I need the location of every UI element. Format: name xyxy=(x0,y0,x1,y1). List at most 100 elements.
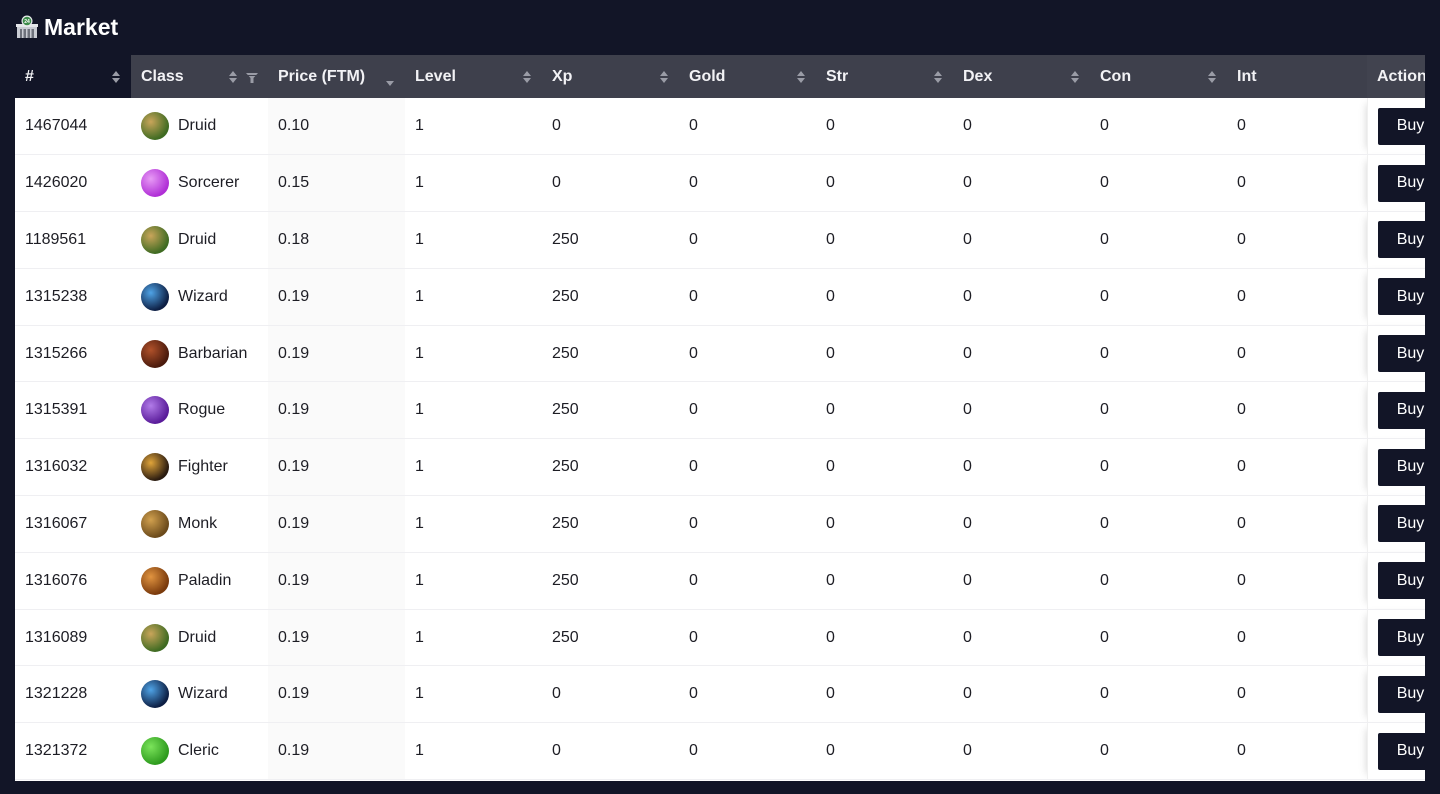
cell-int: 0 xyxy=(1227,268,1367,326)
xp-value: 250 xyxy=(552,628,579,646)
column-label: Con xyxy=(1100,67,1132,85)
cell-gold: 0 xyxy=(679,268,816,326)
cell-action: Buy xyxy=(1366,325,1425,383)
cell-action: Buy xyxy=(1366,154,1425,213)
cell-xp: 250 xyxy=(542,211,679,269)
cell-dex: 0 xyxy=(953,609,1090,667)
sort-icon[interactable] xyxy=(933,69,943,85)
filter-icon[interactable] xyxy=(246,71,258,83)
cell-str: 0 xyxy=(816,552,953,610)
column-header-price[interactable]: Price (FTM) xyxy=(268,55,405,98)
sort-icon[interactable] xyxy=(659,69,669,85)
buy-button[interactable]: Buy xyxy=(1377,448,1425,486)
gold-value: 0 xyxy=(689,514,698,532)
cell-str: 0 xyxy=(816,722,953,781)
buy-button[interactable]: Buy xyxy=(1377,107,1425,145)
column-header-con[interactable]: Con xyxy=(1090,55,1227,98)
column-header-xp[interactable]: Xp xyxy=(542,55,679,98)
buy-button[interactable]: Buy xyxy=(1377,164,1425,202)
column-label: Gold xyxy=(689,67,726,85)
sort-icon[interactable] xyxy=(1207,69,1217,85)
sort-icon[interactable] xyxy=(522,69,532,85)
column-header-dex[interactable]: Dex xyxy=(953,55,1090,98)
sorcerer-class-icon xyxy=(141,169,169,198)
summoner-id: 1467044 xyxy=(25,117,88,135)
cell-str: 0 xyxy=(816,609,953,667)
buy-button[interactable]: Buy xyxy=(1377,675,1425,713)
sort-icon[interactable] xyxy=(111,69,121,85)
class-name: Paladin xyxy=(178,571,232,589)
cell-level: 1 xyxy=(405,211,542,269)
cell-level: 1 xyxy=(405,495,542,553)
cell-str: 0 xyxy=(816,325,953,383)
cell-action: Buy xyxy=(1366,665,1425,724)
cell-class: Wizard xyxy=(131,268,268,326)
buy-button[interactable]: Buy xyxy=(1377,391,1425,429)
int-value: 0 xyxy=(1237,685,1246,703)
column-header-str[interactable]: Str xyxy=(816,55,953,98)
column-label: Price (FTM) xyxy=(278,67,366,85)
gold-value: 0 xyxy=(689,401,698,419)
cell-con: 0 xyxy=(1090,495,1227,553)
table-row: 1315391 Rogue 0.19 1 250 0 0 0 0 0 Buy xyxy=(15,381,1425,440)
con-value: 0 xyxy=(1100,628,1109,646)
druid-class-icon xyxy=(141,225,169,254)
buy-button[interactable]: Buy xyxy=(1377,732,1425,770)
cell-dex: 0 xyxy=(953,268,1090,326)
page-header: 24 Market xyxy=(15,11,118,43)
cell-con: 0 xyxy=(1090,665,1227,724)
xp-value: 0 xyxy=(552,117,561,135)
level-value: 1 xyxy=(415,514,424,532)
buy-button[interactable]: Buy xyxy=(1377,619,1425,657)
cell-action: Buy xyxy=(1366,438,1425,497)
cell-gold: 0 xyxy=(679,609,816,667)
con-value: 0 xyxy=(1100,401,1109,419)
column-header-id[interactable]: # xyxy=(15,55,131,98)
cell-action: Buy xyxy=(1366,722,1425,781)
column-label: Action xyxy=(1377,67,1425,85)
int-value: 0 xyxy=(1237,458,1246,476)
xp-value: 250 xyxy=(552,401,579,419)
cell-con: 0 xyxy=(1090,381,1227,440)
cell-dex: 0 xyxy=(953,325,1090,383)
cell-id: 1467044 xyxy=(15,98,131,156)
cell-id: 1316032 xyxy=(15,438,131,497)
cell-xp: 250 xyxy=(542,552,679,610)
table-row: 1467044 Druid 0.10 1 0 0 0 0 0 0 Buy xyxy=(15,98,1425,156)
column-label: Str xyxy=(826,67,849,85)
column-header-class[interactable]: Class xyxy=(131,55,268,98)
column-header-gold[interactable]: Gold xyxy=(679,55,816,98)
cell-gold: 0 xyxy=(679,495,816,553)
con-value: 0 xyxy=(1100,571,1109,589)
column-header-action: Action xyxy=(1367,55,1425,98)
buy-button[interactable]: Buy xyxy=(1377,505,1425,543)
buy-button[interactable]: Buy xyxy=(1377,221,1425,259)
cell-price: 0.19 xyxy=(268,268,405,326)
dex-value: 0 xyxy=(963,458,972,476)
cell-xp: 250 xyxy=(542,609,679,667)
cell-price: 0.19 xyxy=(268,665,405,724)
cell-xp: 0 xyxy=(542,722,679,781)
str-value: 0 xyxy=(826,571,835,589)
int-value: 0 xyxy=(1237,628,1246,646)
buy-button[interactable]: Buy xyxy=(1377,335,1425,373)
cleric-class-icon xyxy=(141,737,169,766)
sort-icon[interactable] xyxy=(1070,69,1080,85)
gold-value: 0 xyxy=(689,117,698,135)
sort-descending-icon[interactable] xyxy=(385,66,395,88)
column-header-level[interactable]: Level xyxy=(405,55,542,98)
table-row: 1315238 Wizard 0.19 1 250 0 0 0 0 0 Buy xyxy=(15,268,1425,326)
sort-icon[interactable] xyxy=(796,69,806,85)
cell-level: 1 xyxy=(405,325,542,383)
cell-xp: 250 xyxy=(542,438,679,497)
sort-icon[interactable] xyxy=(228,69,238,85)
xp-value: 250 xyxy=(552,287,579,305)
cell-price: 0.18 xyxy=(268,211,405,269)
dex-value: 0 xyxy=(963,117,972,135)
level-value: 1 xyxy=(415,287,424,305)
buy-button[interactable]: Buy xyxy=(1377,562,1425,600)
cell-gold: 0 xyxy=(679,552,816,610)
cell-dex: 0 xyxy=(953,154,1090,213)
column-label: Level xyxy=(415,67,456,85)
buy-button[interactable]: Buy xyxy=(1377,278,1425,316)
